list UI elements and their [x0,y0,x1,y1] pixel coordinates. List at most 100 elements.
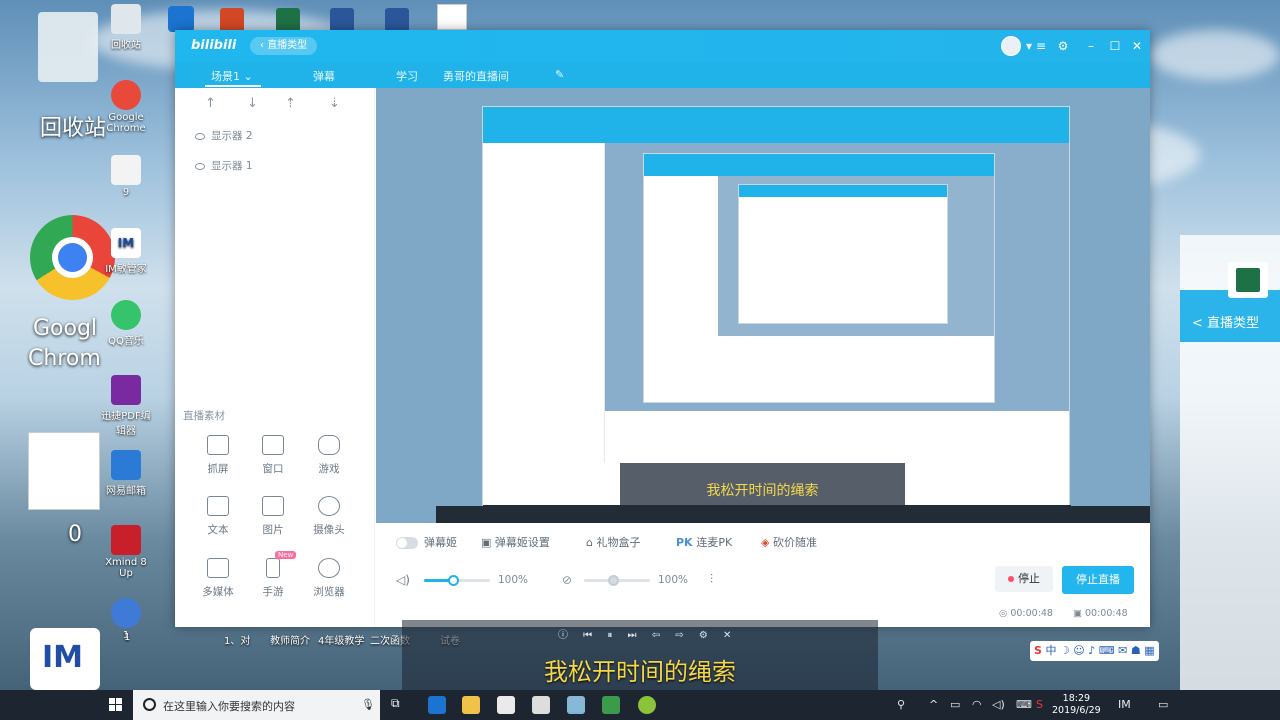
mic-muted-icon[interactable]: ⊘ [562,573,572,587]
edge-icon[interactable] [428,696,446,714]
minimize-icon[interactable]: – [1083,38,1099,54]
battery-icon[interactable]: ▭ [950,698,960,711]
word-icon[interactable] [385,8,409,32]
source-item[interactable]: 显示器 2 [195,128,253,143]
bilibili-logo: bilibili [191,38,237,53]
material-game[interactable]: 游戏 [303,435,355,476]
tab-scene[interactable]: 场景1 ⌄ [211,68,253,84]
stop-button[interactable]: 停止 [995,566,1053,592]
im-tray-icon[interactable]: IM [1118,698,1131,711]
screen-capture-icon[interactable] [567,696,585,714]
recursive-frame [482,106,1071,521]
volume-icon[interactable]: ◁) [992,698,1005,711]
desktop-icon[interactable]: QQ音乐 [98,300,154,347]
sogou-tray-icon[interactable]: S [1036,698,1043,711]
desktop-icon[interactable]: IM IM敏管家 [98,228,154,275]
gear-icon[interactable]: ⚙ [1055,38,1071,54]
material-text[interactable]: 文本 [192,496,244,537]
maximize-icon[interactable]: ☐ [1107,38,1123,54]
subtitle-controls[interactable]: ⓘ ⏮ ⏸ ⏭ ⇦ ⇨ ⚙ ✕ [558,626,737,641]
move-bottom-icon[interactable]: ⇣ [329,96,340,111]
source-item[interactable]: 显示器 1 [195,158,253,173]
gift-box-button[interactable]: ⌂ 礼物盒子 [586,534,640,550]
im-large-icon[interactable]: IM [30,628,100,690]
keyboard-icon[interactable]: ⌨ [1016,698,1032,711]
material-mobile-game[interactable]: New 手游 [247,551,299,599]
search-icon [143,698,156,711]
desktop-icon[interactable]: 迅捷PDF编辑器 [98,375,154,437]
window-icon [262,435,284,455]
recursive-left-panel [483,143,605,463]
toggle-switch[interactable] [396,537,418,549]
phone-icon: New [266,551,297,578]
excel-icon[interactable] [1228,262,1268,298]
tab-danmu[interactable]: 弹幕 [313,68,335,84]
desktop-label: 教师简介 [270,636,310,647]
badge-icon: ◈ [761,536,773,549]
excel-icon[interactable] [276,8,300,32]
clock[interactable]: 18:29 2019/6/29 [1052,693,1101,717]
mail-icon[interactable] [532,696,550,714]
speaker-volume-knob[interactable] [447,575,459,586]
avatar[interactable] [1001,36,1021,56]
taskbar-search[interactable]: 在这里输入你要搜索的内容 🎙 [133,690,380,720]
desktop-icon[interactable]: 回收站 [98,4,154,51]
menu-icon[interactable]: ≡ [1033,38,1049,54]
notification-icon[interactable]: ▭ [1158,698,1168,711]
move-down-icon[interactable]: ↓ [247,96,258,111]
pdf-editor-icon [111,375,141,405]
crop-icon [207,435,229,455]
material-image[interactable]: 图片 [247,496,299,537]
store-icon[interactable] [497,696,515,714]
material-crop[interactable]: 抓屏 [192,435,244,476]
im-icon: IM [111,228,141,258]
danmu-ji-settings-button[interactable]: ▣ 弹幕姬设置 [481,534,550,550]
desktop-icon[interactable]: Google Chrome [98,80,154,134]
desktop-icon[interactable]: 网易邮箱 [98,450,154,497]
edit-icon[interactable]: ✎ [555,68,564,81]
ime-toolbar[interactable]: S 中 ☽ ☺ ♪ ⌨ ✉ ☗ ▦ [1030,641,1159,661]
windows-start-icon[interactable] [109,698,123,712]
move-top-icon[interactable]: ⇡ [285,96,296,111]
mic-volume-knob[interactable] [607,575,619,586]
move-up-icon[interactable]: ↑ [205,96,216,111]
video-app-icon[interactable] [602,696,620,714]
eye-icon[interactable] [195,132,205,140]
document-icon[interactable] [437,4,467,30]
speaker-icon[interactable]: ◁) [396,573,410,587]
chart-thumbnail-icon[interactable] [28,432,100,510]
close-icon[interactable]: ✕ [1129,38,1145,54]
huakuang-button[interactable]: ◈ 砍价随准 [761,534,817,550]
tab-study[interactable]: 学习 [396,68,418,84]
powerpoint-icon[interactable] [220,8,244,32]
app-icon[interactable] [638,696,656,714]
live-preview[interactable]: 我松开时间的绳索 [376,88,1150,523]
cloud [1150,30,1280,80]
task-view-icon[interactable]: ⧉ [391,696,409,714]
material-browser[interactable]: 浏览器 [303,558,355,599]
title-bar: bilibili ‹ 直播类型 ▾ ≡ ⚙ – ☐ ✕ [175,30,1150,62]
material-media[interactable]: 多媒体 [192,558,244,599]
edge-icon[interactable] [168,6,194,32]
pk-icon: PK [676,536,697,549]
gift-icon: ⌂ [586,536,597,549]
pk-button[interactable]: PK 连麦PK [676,534,732,550]
people-icon[interactable]: ⚲ [897,698,905,711]
back-button[interactable]: ‹ 直播类型 [250,37,318,55]
material-camera[interactable]: 摄像头 [303,496,355,537]
material-window[interactable]: 窗口 [247,435,299,476]
network-icon[interactable]: ◠ [972,698,982,711]
microphone-icon[interactable]: 🎙 [361,698,375,711]
desktop-icon[interactable]: Xmind 8 Up [98,525,154,579]
eye-icon[interactable] [195,162,205,170]
stop-live-button[interactable]: 停止直播 [1062,566,1134,594]
mixer-icon[interactable]: ⫶ [710,572,713,587]
desktop-icon[interactable]: 9 [98,155,154,198]
danmu-ji-toggle[interactable]: 弹幕姬 [396,534,457,550]
recycle-bin-large-icon[interactable] [38,12,98,82]
tray-overflow-icon[interactable]: ^ [929,698,938,711]
word-icon[interactable] [330,8,354,32]
file-explorer-icon[interactable] [462,696,480,714]
bilibili-live-window: bilibili ‹ 直播类型 ▾ ≡ ⚙ – ☐ ✕ 场景1 ⌄ 弹幕 学习 … [175,30,1150,627]
image-icon [262,496,284,516]
